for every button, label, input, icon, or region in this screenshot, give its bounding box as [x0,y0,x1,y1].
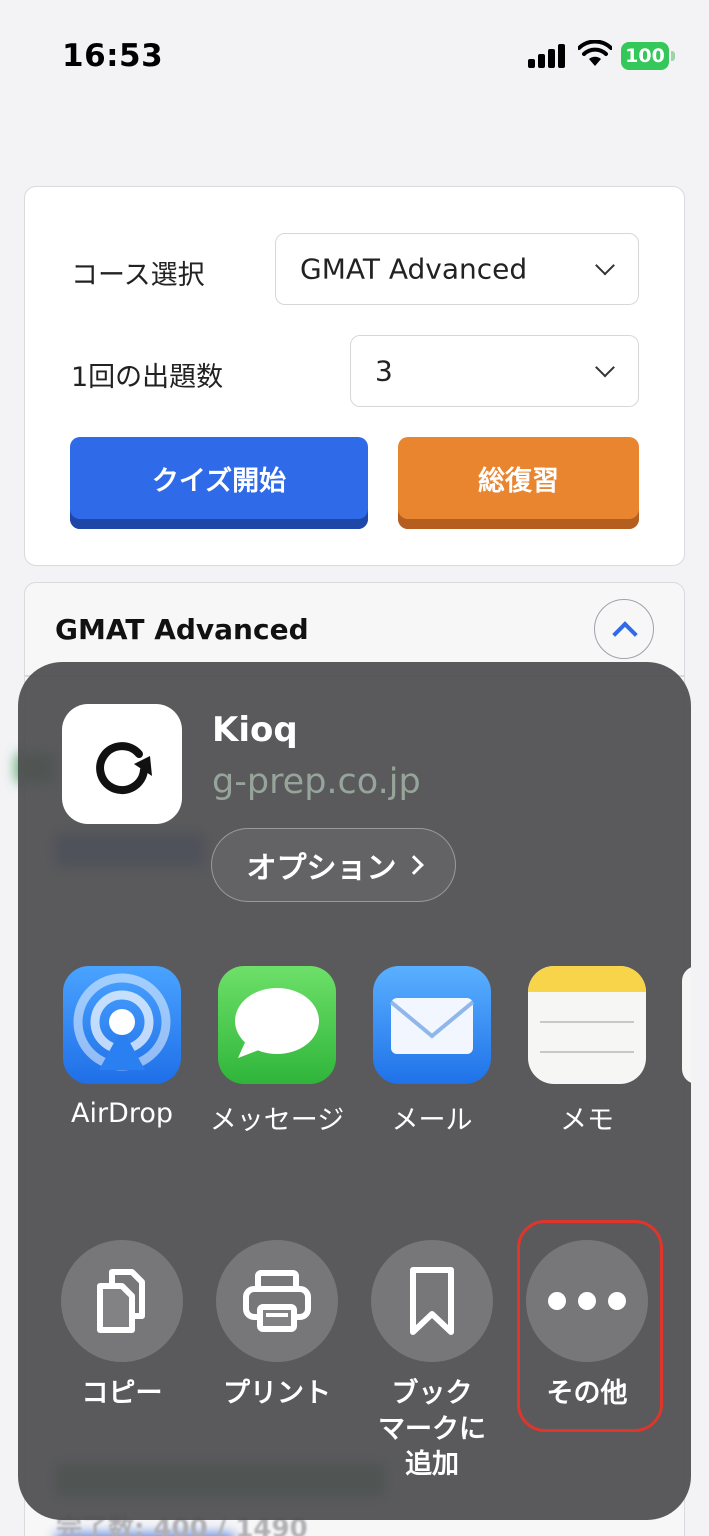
kioq-logo-icon [96,742,152,795]
options-label: オプション [246,851,397,886]
mail-icon [373,966,491,1084]
chevron-right-icon [403,855,424,875]
share-app-partial[interactable] [682,966,691,1084]
start-quiz-button[interactable]: クイズ開始 [70,437,368,529]
airdrop-icon [63,966,181,1084]
question-count-label: 1回の出題数 [71,362,224,393]
course-select-value: GMAT Advanced [300,252,528,286]
share-app-messages[interactable]: メッセージ [207,966,347,1137]
quiz-settings-card: コース選択 GMAT Advanced 1回の出題数 3 クイズ開始 総復習 [24,186,685,566]
share-app-mail[interactable]: メール [362,966,502,1137]
status-bar: 16:53 100 [0,0,709,110]
share-sheet: Kioq g-prep.co.jp オプション AirDrop メッセージ メー… [18,662,691,1520]
share-app-label: AirDrop [70,1098,174,1129]
add-bookmark-label: ブック マークに 追加 [378,1378,486,1481]
copy-label: コピー [81,1378,163,1409]
app-icon [62,704,182,824]
print-action[interactable]: プリント [207,1240,347,1412]
copy-action[interactable]: コピー [52,1240,192,1412]
course-select[interactable]: GMAT Advanced [275,233,639,305]
share-app-name: Kioq [212,710,298,750]
copy-icon [61,1240,183,1362]
question-count-value: 3 [375,354,393,388]
battery-level: 100 [621,42,669,70]
printer-icon [216,1240,338,1362]
screen: 16:53 100 コース選択 GMAT Advanced 1回の出題数 3 ク [0,0,709,1536]
chevron-down-icon [595,255,615,276]
share-app-label: メッセージ [209,1105,345,1136]
options-button[interactable]: オプション [211,828,456,902]
bookmark-icon [371,1240,493,1362]
battery-icon: 100 [621,42,675,70]
add-bookmark-action[interactable]: ブック マークに 追加 [362,1240,502,1483]
share-app-label: メール [391,1105,473,1136]
full-review-button[interactable]: 総復習 [398,437,639,529]
share-app-label: メモ [560,1105,614,1136]
share-app-notes[interactable]: メモ [517,966,657,1137]
share-app-airdrop[interactable]: AirDrop [52,966,192,1129]
course-label: コース選択 [71,260,205,291]
status-time: 16:53 [62,38,164,74]
chevron-up-icon [612,621,638,647]
highlight-box [517,1220,663,1432]
wifi-icon [578,40,612,66]
section-title: GMAT Advanced [55,613,309,646]
messages-icon [218,966,336,1084]
chevron-down-icon [595,357,615,378]
print-label: プリント [223,1378,331,1409]
share-domain: g-prep.co.jp [212,762,421,802]
cellular-signal-icon [528,44,568,68]
question-count-select[interactable]: 3 [350,335,639,407]
collapse-button[interactable] [594,599,654,659]
notes-icon [528,966,646,1084]
